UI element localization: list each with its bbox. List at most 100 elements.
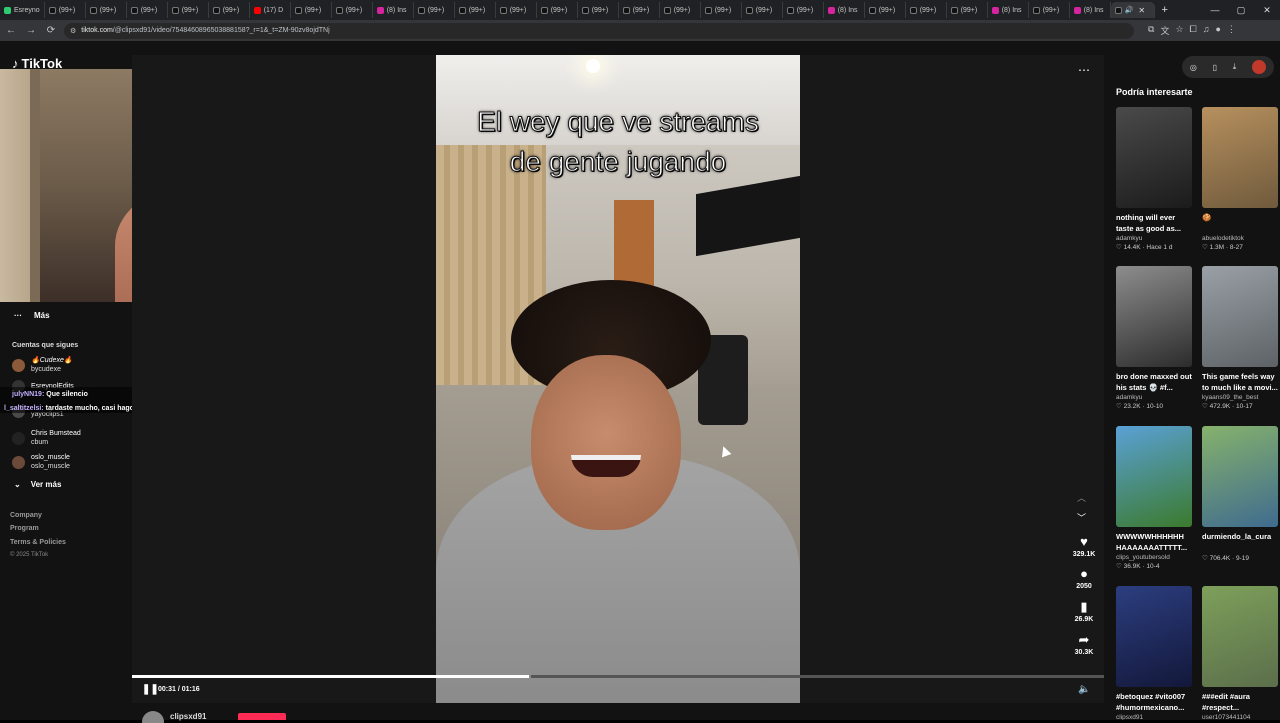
browser-tab[interactable]: (99+) <box>660 2 701 18</box>
browser-tab-active[interactable]: 🔊 ✕ <box>1110 2 1155 18</box>
video-thumbnail[interactable] <box>1116 426 1192 527</box>
recommended-video-card[interactable]: nothing will ever taste as good as... ada… <box>1116 107 1192 251</box>
footer-link-program[interactable]: Program <box>10 525 39 532</box>
menu-icon[interactable]: ⋮ <box>1227 24 1236 37</box>
recommended-video-card[interactable]: 🍪 abuelodetiktok ♡ 1.3M · 8-27 <box>1202 107 1278 251</box>
browser-tab[interactable]: (99+) <box>414 2 455 18</box>
recommended-video-card[interactable]: bro done maxxed out his stats 💀 #f... ada… <box>1116 266 1192 410</box>
translate-icon[interactable]: 文 <box>1160 24 1169 37</box>
browser-tab[interactable]: (99+) <box>742 2 783 18</box>
comment-button[interactable]: ● 2050 <box>1070 567 1098 591</box>
browser-tab[interactable]: Esreyno <box>0 2 45 18</box>
maximize-icon[interactable]: ▢ <box>1228 0 1254 20</box>
footer-link-terms[interactable]: Terms & Policies <box>10 539 66 546</box>
recommended-video-card[interactable]: #betoquez #vito007 #humormexicano... clip… <box>1116 586 1192 720</box>
browser-tab[interactable]: (17) D <box>250 2 291 18</box>
forward-icon[interactable]: → <box>22 22 40 40</box>
video-player[interactable]: El wey que ve streams de gente jugando ⋯… <box>132 55 1104 703</box>
browser-tab[interactable]: (8) Ins <box>824 2 865 18</box>
browser-tab[interactable]: (99+) <box>209 2 250 18</box>
following-account[interactable]: 🔥Cudexe🔥 bycudexe <box>12 356 73 374</box>
card-user[interactable]: user1073441104 <box>1202 714 1278 720</box>
following-account[interactable]: oslo_muscle oslo_muscle <box>12 453 70 471</box>
browser-tab[interactable]: (99+) <box>578 2 619 18</box>
card-title[interactable]: ###edit #aura #respect... <box>1202 691 1278 713</box>
browser-tab[interactable]: (99+) <box>783 2 824 18</box>
media-icon[interactable]: ♫ <box>1203 24 1210 37</box>
browser-tab[interactable]: (8) Ins <box>373 2 414 18</box>
next-video-icon[interactable]: ﹀ <box>1077 511 1086 524</box>
previous-video-icon[interactable]: ︿ <box>1077 491 1086 504</box>
card-user[interactable]: abuelodetiktok <box>1202 235 1278 242</box>
download-icon[interactable]: ⤓ <box>1233 62 1237 72</box>
close-tab-icon[interactable]: ✕ <box>1138 6 1145 15</box>
recommended-video-card[interactable]: ###edit #aura #respect... user1073441104 <box>1202 586 1278 720</box>
profile-icon[interactable]: ● <box>1215 24 1220 37</box>
more-button[interactable]: ··· Más <box>14 311 50 320</box>
more-options-icon[interactable]: ⋯ <box>1078 63 1090 77</box>
browser-tab[interactable]: (8) Ins <box>1070 2 1111 18</box>
volume-icon[interactable]: 🔈 <box>1078 684 1090 695</box>
minimize-icon[interactable]: — <box>1202 0 1228 20</box>
browser-tab[interactable]: (99+) <box>619 2 660 18</box>
avatar[interactable] <box>142 711 164 723</box>
recommended-video-card[interactable]: This game feels way to much like a movi.… <box>1202 266 1278 410</box>
reload-icon[interactable]: ⟳ <box>42 22 60 40</box>
following-account[interactable]: Chris Bumstead cbum <box>12 429 81 447</box>
video-thumbnail[interactable] <box>1202 266 1278 367</box>
video-progress-bar[interactable] <box>132 675 1104 678</box>
footer-link-company[interactable]: Company <box>10 512 42 519</box>
card-user[interactable]: clips_youtubersold <box>1116 554 1192 561</box>
browser-tab[interactable]: (99+) <box>947 2 988 18</box>
video-thumbnail[interactable] <box>1116 266 1192 367</box>
browser-tab[interactable]: (99+) <box>537 2 578 18</box>
card-title[interactable]: durmiendo_la_cura <box>1202 531 1278 553</box>
compass-icon[interactable]: ◎ <box>1190 63 1197 72</box>
video-thumbnail[interactable] <box>1202 586 1278 687</box>
card-user[interactable]: clipsxd91 <box>1116 714 1192 720</box>
card-user[interactable]: kyaans09_the_best <box>1202 394 1278 401</box>
card-title[interactable]: WWWWWHHHHHH HAAAAAAATTTTT... <box>1116 531 1192 553</box>
card-title[interactable]: This game feels way to much like a movi.… <box>1202 371 1278 393</box>
browser-tab[interactable]: (99+) <box>1029 2 1070 18</box>
back-icon[interactable]: ← <box>2 22 20 40</box>
install-app-icon[interactable]: ⧉ <box>1148 24 1154 37</box>
browser-tab[interactable]: (99+) <box>455 2 496 18</box>
video-thumbnail[interactable] <box>1202 426 1278 527</box>
browser-tab[interactable]: (99+) <box>127 2 168 18</box>
card-title[interactable]: nothing will ever taste as good as... <box>1116 212 1192 234</box>
browser-tab[interactable]: (99+) <box>332 2 373 18</box>
browser-tab[interactable]: (99+) <box>86 2 127 18</box>
browser-tab[interactable]: (99+) <box>496 2 537 18</box>
like-button[interactable]: ♥ 329.1K <box>1070 535 1098 559</box>
browser-tab[interactable]: (99+) <box>865 2 906 18</box>
new-tab-button[interactable]: + <box>1155 2 1175 18</box>
save-button[interactable]: ▮ 26.9K <box>1070 600 1098 624</box>
recommended-video-card[interactable]: WWWWWHHHHHH HAAAAAAATTTTT... clips_youtub… <box>1116 426 1192 570</box>
mobile-icon[interactable]: ▯ <box>1213 63 1217 72</box>
browser-tab[interactable]: (8) Ins <box>988 2 1029 18</box>
browser-tab[interactable]: (99+) <box>45 2 86 18</box>
card-title[interactable]: bro done maxxed out his stats 💀 #f... <box>1116 371 1192 393</box>
card-title[interactable]: 🍪 <box>1202 212 1278 234</box>
browser-tab[interactable]: (99+) <box>291 2 332 18</box>
profile-avatar-icon[interactable] <box>1252 60 1267 74</box>
close-window-icon[interactable]: ✕ <box>1254 0 1280 20</box>
recommended-video-card[interactable]: durmiendo_la_cura ♡ 706.4K · 9-19 <box>1202 426 1278 562</box>
browser-tab[interactable]: (99+) <box>906 2 947 18</box>
video-thumbnail[interactable] <box>1116 107 1192 208</box>
see-more-button[interactable]: ⌄ Ver más <box>14 480 61 489</box>
browser-tab[interactable]: (99+) <box>168 2 209 18</box>
pause-icon[interactable]: ❚❚ <box>142 684 159 695</box>
card-user[interactable]: adamkyu <box>1116 394 1192 401</box>
card-title[interactable]: #betoquez #vito007 #humormexicano... <box>1116 691 1192 713</box>
bookmark-star-icon[interactable]: ☆ <box>1175 24 1183 37</box>
url-input[interactable]: ⚙ tiktok.com/@clipsxd91/video/7548460896… <box>64 22 1134 39</box>
video-thumbnail[interactable] <box>1116 586 1192 687</box>
browser-tab[interactable]: (99+) <box>701 2 742 18</box>
site-info-icon[interactable]: ⚙ <box>70 27 76 35</box>
video-thumbnail[interactable] <box>1202 107 1278 208</box>
card-user[interactable]: adamkyu <box>1116 235 1192 242</box>
video-frame[interactable]: El wey que ve streams de gente jugando <box>436 55 800 703</box>
follow-button[interactable] <box>238 713 286 720</box>
